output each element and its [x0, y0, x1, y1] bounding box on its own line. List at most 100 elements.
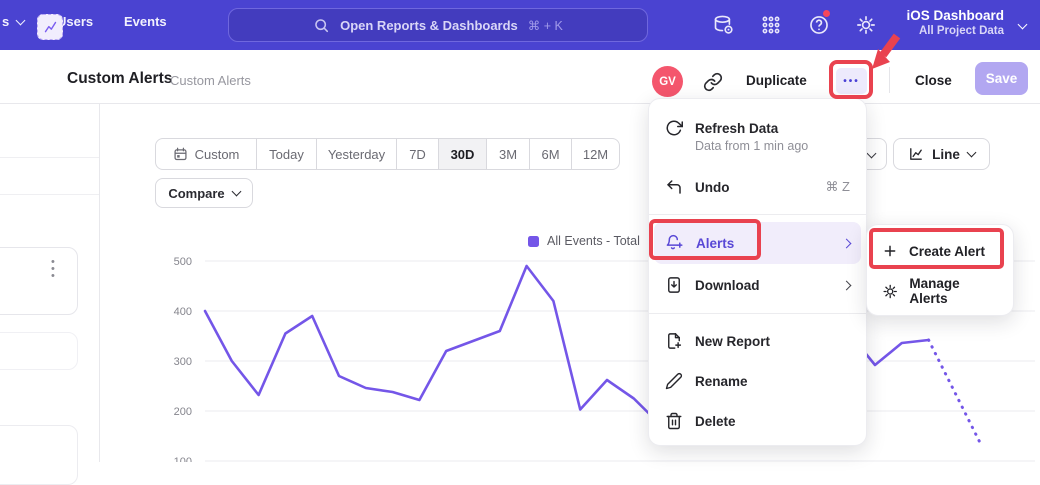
calendar-icon [173, 147, 188, 162]
download-document-icon [665, 276, 683, 294]
date-range-segmented-control: Custom Today Yesterday 7D 30D 3M 6M 12M [155, 138, 620, 170]
project-name: iOS Dashboard [906, 8, 1004, 24]
legend-label: All Events - Total [547, 234, 640, 248]
menu-item-label: Delete [695, 414, 736, 429]
duplicate-button[interactable]: Duplicate [746, 73, 807, 88]
menu-item-undo[interactable]: Undo ⌘ Z [649, 167, 866, 207]
menu-item-new-report[interactable]: New Report [649, 321, 866, 361]
bell-plus-icon [665, 234, 684, 253]
save-button[interactable]: Save [975, 62, 1028, 95]
refresh-icon [665, 119, 683, 137]
line-chart-icon [43, 20, 58, 35]
plus-icon [882, 243, 898, 259]
report-type-tile [37, 14, 63, 40]
copy-link-icon[interactable] [703, 72, 723, 92]
menu-item-label: Download [695, 278, 760, 293]
range-label: 6M [541, 147, 559, 162]
range-6m[interactable]: 6M [529, 139, 571, 169]
menu-divider [649, 313, 866, 314]
range-30d-active[interactable]: 30D [438, 139, 486, 169]
page-title: Custom Alerts [67, 70, 172, 88]
menu-item-download[interactable]: Download [649, 264, 866, 306]
help-notification-dot [822, 9, 831, 18]
search-input[interactable]: Open Reports & Dashboards ⌘ + K [228, 8, 648, 42]
breadcrumb: Custom Alerts [170, 73, 251, 88]
range-label: 30D [451, 147, 475, 162]
menu-item-label: New Report [695, 334, 770, 349]
svg-text:200: 200 [174, 406, 192, 418]
range-label: 12M [583, 147, 608, 162]
range-12m[interactable]: 12M [571, 139, 619, 169]
search-placeholder: Open Reports & Dashboards [340, 18, 518, 33]
sidebar-divider [0, 194, 99, 195]
menu-divider [649, 214, 866, 215]
range-3m[interactable]: 3M [486, 139, 529, 169]
settings-gear-icon[interactable] [855, 14, 877, 36]
chart-legend[interactable]: All Events - Total [528, 234, 640, 248]
chevron-down-icon [231, 187, 241, 197]
menu-item-rename[interactable]: Rename [649, 361, 866, 401]
search-icon [313, 17, 330, 34]
query-card[interactable] [0, 425, 78, 485]
range-7d[interactable]: 7D [396, 139, 438, 169]
header-divider [889, 67, 890, 93]
chevron-down-icon [867, 149, 877, 159]
nav-item-partial[interactable]: s [2, 14, 24, 29]
menu-item-sublabel: Data from 1 min ago [649, 139, 866, 159]
range-custom[interactable]: Custom [156, 139, 256, 169]
kebab-menu-icon[interactable]: ••• [51, 259, 55, 280]
keyboard-shortcut: ⌘ Z [825, 179, 850, 195]
line-chart-icon [908, 146, 924, 162]
close-button[interactable]: Close [915, 73, 952, 88]
compare-label: Compare [168, 186, 224, 201]
query-card[interactable]: ••• [0, 247, 78, 315]
sidebar-divider [0, 157, 99, 158]
range-label: Custom [195, 147, 240, 162]
menu-item-alerts[interactable]: Alerts [654, 222, 861, 264]
query-builder-sidebar: ••• [0, 104, 100, 462]
range-today[interactable]: Today [256, 139, 316, 169]
project-chevron-down-icon [1018, 20, 1028, 30]
data-management-icon[interactable] [712, 14, 734, 36]
gear-icon [882, 283, 898, 300]
trash-icon [665, 412, 683, 430]
submenu-item-manage-alerts[interactable]: Manage Alerts [867, 271, 1013, 311]
submenu-item-label: Manage Alerts [909, 276, 998, 306]
range-label: Today [269, 147, 304, 162]
range-yesterday[interactable]: Yesterday [316, 139, 396, 169]
menu-item-label: Undo [695, 180, 730, 195]
avatar[interactable]: GV [652, 66, 683, 97]
apps-grid-icon[interactable] [760, 14, 782, 36]
project-selector[interactable]: iOS Dashboard All Project Data [906, 8, 1004, 39]
chevron-down-icon [16, 15, 26, 25]
more-options-menu: Refresh Data Data from 1 min ago Undo ⌘ … [648, 98, 867, 446]
menu-item-label: Rename [695, 374, 748, 389]
svg-text:400: 400 [174, 306, 192, 318]
top-navigation-bar: s Users Events Open Reports & Dashboards… [0, 0, 1040, 50]
range-label: 3M [499, 147, 517, 162]
chart-type-button[interactable]: Line [893, 138, 990, 170]
compare-button[interactable]: Compare [155, 178, 253, 208]
menu-item-delete[interactable]: Delete [649, 401, 866, 441]
document-plus-icon [665, 332, 683, 350]
chevron-right-icon [842, 280, 852, 290]
nav-item-partial-label: s [2, 14, 9, 29]
nav-item-events[interactable]: Events [124, 14, 167, 29]
chart-type-label: Line [932, 147, 960, 162]
range-label: 7D [409, 147, 426, 162]
project-scope: All Project Data [906, 24, 1004, 39]
menu-item-label: Alerts [696, 236, 734, 251]
svg-text:100: 100 [174, 456, 192, 462]
submenu-item-label: Create Alert [909, 244, 985, 259]
more-options-button[interactable]: ••• [836, 68, 867, 94]
chevron-right-icon [842, 238, 852, 248]
query-card[interactable] [0, 332, 78, 370]
pencil-icon [665, 372, 683, 390]
undo-icon [665, 178, 683, 196]
menu-item-refresh-data[interactable]: Refresh Data Data from 1 min ago [649, 109, 866, 159]
alerts-submenu: Create Alert Manage Alerts [866, 224, 1014, 316]
range-label: Yesterday [328, 147, 385, 162]
svg-text:500: 500 [174, 256, 192, 268]
submenu-item-create-alert[interactable]: Create Alert [867, 231, 1013, 271]
svg-text:300: 300 [174, 356, 192, 368]
